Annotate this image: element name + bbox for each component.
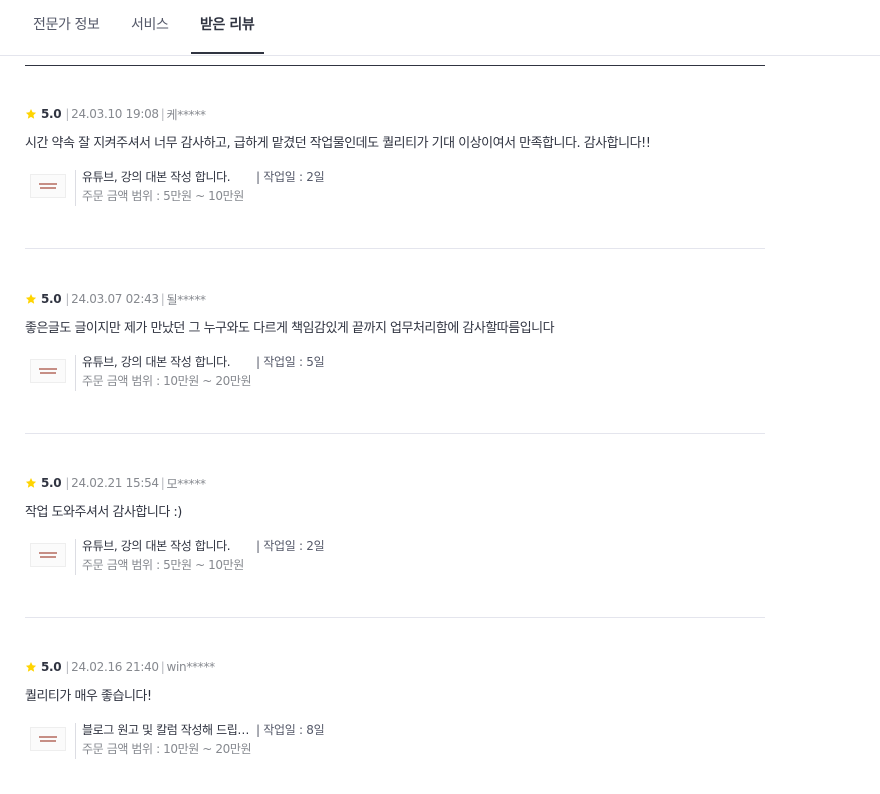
meta-separator: |	[160, 107, 165, 121]
review-divider	[25, 433, 765, 434]
star-icon	[25, 477, 37, 489]
reviewed-service[interactable]: 유튜브, 강의 대본 작성 합니다. | 작업일 : 5일 주문 금액 범위 :…	[30, 353, 450, 391]
service-divider	[75, 539, 76, 575]
meta-separator: |	[160, 660, 165, 674]
work-days: | 작업일 : 8일	[256, 723, 325, 737]
review-meta: 5.0 | 24.02.21 15:54 | 모*****	[25, 475, 206, 491]
review-score: 5.0	[41, 107, 62, 121]
meta-separator: |	[160, 292, 165, 306]
work-days: | 작업일 : 2일	[256, 170, 325, 184]
service-title[interactable]: 유튜브, 강의 대본 작성 합니다.	[82, 353, 254, 370]
work-days: | 작업일 : 2일	[256, 539, 325, 553]
review-meta: 5.0 | 24.03.10 19:08 | 케*****	[25, 106, 206, 122]
service-divider	[75, 170, 76, 206]
review-meta: 5.0 | 24.02.16 21:40 | win*****	[25, 659, 215, 675]
review-text: 작업 도와주셔서 감사합니다 :)	[25, 505, 182, 520]
price-range: 주문 금액 범위 : 10만원 ~ 20만원	[82, 374, 252, 388]
meta-separator: |	[65, 476, 70, 490]
price-range: 주문 금액 범위 : 5만원 ~ 10만원	[82, 558, 244, 572]
review-text: 시간 약속 잘 지켜주셔서 너무 감사하고, 급하게 맡겼던 작업물인데도 퀄리…	[25, 136, 651, 151]
service-title[interactable]: 블로그 원고 및 칼럼 작성해 드립니다.	[82, 721, 254, 738]
price-range: 주문 금액 범위 : 10만원 ~ 20만원	[82, 742, 252, 756]
star-icon	[25, 661, 37, 673]
service-title[interactable]: 유튜브, 강의 대본 작성 합니다.	[82, 168, 254, 185]
review-user: 모*****	[166, 476, 207, 491]
review-text: 좋은글도 글이지만 제가 만났던 그 누구와도 다르게 책임감있게 끝까지 업무…	[25, 321, 555, 336]
service-thumbnail[interactable]	[30, 174, 66, 198]
review-date: 24.02.16 21:40	[71, 660, 159, 674]
review-date: 24.03.07 02:43	[71, 292, 159, 306]
tab-bar: 전문가 정보 서비스 받은 리뷰	[0, 0, 880, 56]
service-thumbnail[interactable]	[30, 727, 66, 751]
reviewed-service[interactable]: 블로그 원고 및 칼럼 작성해 드립니다. | 작업일 : 8일 주문 금액 범…	[30, 721, 450, 759]
service-divider	[75, 723, 76, 759]
review-text: 퀄리티가 매우 좋습니다!	[25, 689, 152, 704]
work-days: | 작업일 : 5일	[256, 355, 325, 369]
review-divider	[25, 248, 765, 249]
list-top-rule	[25, 65, 765, 66]
review-date: 24.02.21 15:54	[71, 476, 159, 490]
review-score: 5.0	[41, 292, 62, 306]
meta-separator: |	[65, 660, 70, 674]
review-user: 케*****	[166, 107, 207, 122]
star-icon	[25, 108, 37, 120]
tab-services[interactable]: 서비스	[131, 14, 169, 34]
review-score: 5.0	[41, 476, 62, 490]
price-range: 주문 금액 범위 : 5만원 ~ 10만원	[82, 189, 244, 203]
review-user: win*****	[166, 660, 216, 674]
meta-separator: |	[65, 292, 70, 306]
reviewed-service[interactable]: 유튜브, 강의 대본 작성 합니다. | 작업일 : 2일 주문 금액 범위 :…	[30, 537, 450, 575]
review-user: 될*****	[166, 292, 207, 307]
star-icon	[25, 293, 37, 305]
review-score: 5.0	[41, 660, 62, 674]
meta-separator: |	[65, 107, 70, 121]
review-meta: 5.0 | 24.03.07 02:43 | 될*****	[25, 291, 206, 307]
service-thumbnail[interactable]	[30, 359, 66, 383]
tab-received-reviews[interactable]: 받은 리뷰	[200, 14, 255, 34]
service-title[interactable]: 유튜브, 강의 대본 작성 합니다.	[82, 537, 254, 554]
service-thumbnail[interactable]	[30, 543, 66, 567]
meta-separator: |	[160, 476, 165, 490]
review-divider	[25, 617, 765, 618]
tab-expert-info[interactable]: 전문가 정보	[33, 14, 100, 34]
review-date: 24.03.10 19:08	[71, 107, 159, 121]
service-divider	[75, 355, 76, 391]
active-tab-indicator	[191, 52, 264, 54]
reviewed-service[interactable]: 유튜브, 강의 대본 작성 합니다. | 작업일 : 2일 주문 금액 범위 :…	[30, 168, 450, 206]
